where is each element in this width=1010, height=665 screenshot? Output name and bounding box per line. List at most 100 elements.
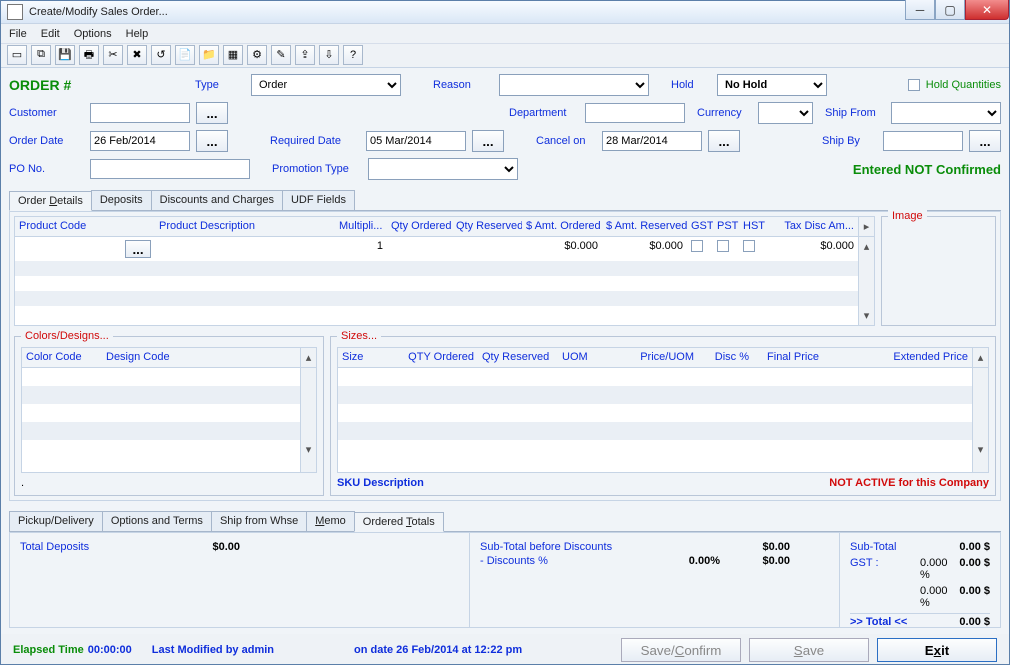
cancel-on-picker-button[interactable]: ...	[708, 130, 740, 152]
customer-lookup-button[interactable]: ...	[196, 102, 228, 124]
reason-select[interactable]	[499, 74, 649, 96]
col-gst[interactable]: GST	[687, 217, 713, 236]
tab-ship-from-whse[interactable]: Ship from Whse	[211, 511, 307, 531]
tab-discounts[interactable]: Discounts and Charges	[151, 190, 283, 210]
col-qty-reserved2[interactable]: Qty Reserved	[478, 348, 558, 367]
required-date-picker-button[interactable]: ...	[472, 130, 504, 152]
col-qty-reserved[interactable]: Qty Reserved	[452, 217, 522, 236]
menu-options[interactable]: Options	[74, 28, 112, 40]
tool-report-icon[interactable]: 📄	[175, 45, 195, 65]
currency-select[interactable]	[758, 102, 813, 124]
cell-amt-res: $0.000	[602, 237, 687, 261]
tool-print-icon[interactable]: 🖶	[79, 45, 99, 65]
col-final-price[interactable]: Final Price	[753, 348, 823, 367]
product-grid[interactable]: Product Code Product Description Multipl…	[14, 216, 875, 326]
order-date-picker-button[interactable]: ...	[196, 130, 228, 152]
po-no-label: PO No.	[9, 163, 84, 175]
col-tax-disc[interactable]: Tax Disc Am...	[765, 217, 858, 236]
col-qty-ordered[interactable]: Qty Ordered	[387, 217, 452, 236]
product-row[interactable]: ... 1 $0.000 $0.000 $0.000 ▴	[15, 237, 874, 261]
col-uom[interactable]: UOM	[558, 348, 618, 367]
tool-table-icon[interactable]: ▦	[223, 45, 243, 65]
col-amt-ordered[interactable]: $ Amt. Ordered	[522, 217, 602, 236]
tab-memo[interactable]: Memo	[306, 511, 355, 531]
sizes-box: Sizes... Size QTY Ordered Qty Reserved U…	[330, 336, 996, 496]
col-qty-ordered2[interactable]: QTY Ordered	[398, 348, 478, 367]
tab-pickup-delivery[interactable]: Pickup/Delivery	[9, 511, 103, 531]
discounts-amt: $0.00	[720, 555, 790, 567]
colors-grid[interactable]: Color Code Design Code ▴ ▾	[21, 347, 317, 473]
cell-hst-checkbox[interactable]	[743, 240, 755, 252]
tool-cut-icon[interactable]: ✂	[103, 45, 123, 65]
cell-multi: 1	[335, 237, 387, 261]
customer-label: Customer	[9, 107, 84, 119]
tool-import-icon[interactable]: ⇩	[319, 45, 339, 65]
grid-h-scroll[interactable]: ▸	[858, 217, 874, 236]
cell-pst-checkbox[interactable]	[717, 240, 729, 252]
col-color-code[interactable]: Color Code	[22, 348, 102, 367]
cell-gst-checkbox[interactable]	[691, 240, 703, 252]
col-product-desc[interactable]: Product Description	[155, 217, 335, 236]
titlebar[interactable]: Create/Modify Sales Order... ─ ▢ ✕	[1, 1, 1009, 24]
order-date-input[interactable]	[90, 131, 190, 151]
tool-memo-icon[interactable]: ✎	[271, 45, 291, 65]
sizes-grid[interactable]: Size QTY Ordered Qty Reserved UOM Price/…	[337, 347, 989, 473]
cancel-on-input[interactable]	[602, 131, 702, 151]
save-button[interactable]: Save	[749, 638, 869, 662]
col-extended-price[interactable]: Extended Price	[823, 348, 972, 367]
tab-ordered-totals[interactable]: Ordered Totals	[354, 512, 444, 532]
exit-button[interactable]: Exit	[877, 638, 997, 662]
department-input[interactable]	[585, 103, 685, 123]
tool-pick-icon[interactable]: ⚙	[247, 45, 267, 65]
tab-deposits[interactable]: Deposits	[91, 190, 152, 210]
col-pst[interactable]: PST	[713, 217, 739, 236]
close-button[interactable]: ✕	[965, 0, 1009, 20]
total-deposits-label: Total Deposits	[20, 541, 180, 553]
ship-by-input[interactable]	[883, 131, 963, 151]
menu-file[interactable]: File	[9, 28, 27, 40]
product-lookup-button[interactable]: ...	[125, 240, 151, 258]
tool-refresh-icon[interactable]: ↺	[151, 45, 171, 65]
tool-delete-icon[interactable]: ✖	[127, 45, 147, 65]
upper-tabstrip: Order Details Deposits Discounts and Cha…	[9, 190, 1001, 211]
tab-udf[interactable]: UDF Fields	[282, 190, 355, 210]
col-hst[interactable]: HST	[739, 217, 765, 236]
tool-export-icon[interactable]: ⇪	[295, 45, 315, 65]
tool-copy-icon[interactable]: ⧉	[31, 45, 51, 65]
col-multiplier[interactable]: Multipli...	[335, 217, 387, 236]
col-design-code[interactable]: Design Code	[102, 348, 300, 367]
hold-quantities-checkbox[interactable]	[908, 79, 920, 91]
ship-from-label: Ship From	[825, 107, 885, 119]
customer-input[interactable]	[90, 103, 190, 123]
minimize-button[interactable]: ─	[905, 0, 935, 20]
window-title: Create/Modify Sales Order...	[29, 6, 168, 18]
colors-scroll[interactable]: ▴	[300, 348, 316, 367]
col-amt-reserved[interactable]: $ Amt. Reserved	[602, 217, 687, 236]
col-disc-pct[interactable]: Disc %	[698, 348, 753, 367]
menubar: File Edit Options Help	[1, 24, 1009, 44]
tool-new-icon[interactable]: ▭	[7, 45, 27, 65]
col-size[interactable]: Size	[338, 348, 398, 367]
tool-save-icon[interactable]: 💾	[55, 45, 75, 65]
menu-help[interactable]: Help	[126, 28, 149, 40]
product-row	[15, 291, 874, 306]
type-select[interactable]: Order	[251, 74, 401, 96]
tab-order-details[interactable]: Order Details	[9, 191, 92, 211]
col-price-uom[interactable]: Price/UOM	[618, 348, 698, 367]
maximize-button[interactable]: ▢	[935, 0, 965, 20]
po-no-input[interactable]	[90, 159, 250, 179]
required-date-input[interactable]	[366, 131, 466, 151]
tool-folder-icon[interactable]: 📁	[199, 45, 219, 65]
ship-from-select[interactable]	[891, 102, 1001, 124]
tab-options-terms[interactable]: Options and Terms	[102, 511, 212, 531]
col-product-code[interactable]: Product Code	[15, 217, 155, 236]
grid-v-scroll[interactable]: ▴	[858, 237, 874, 261]
menu-edit[interactable]: Edit	[41, 28, 60, 40]
save-confirm-button[interactable]: Save/Confirm	[621, 638, 741, 662]
ship-by-lookup-button[interactable]: ...	[969, 130, 1001, 152]
sizes-scroll[interactable]: ▴	[972, 348, 988, 367]
tool-help-icon[interactable]: ?	[343, 45, 363, 65]
product-row	[15, 276, 874, 291]
hold-select[interactable]: No Hold	[717, 74, 827, 96]
promotion-type-select[interactable]	[368, 158, 518, 180]
